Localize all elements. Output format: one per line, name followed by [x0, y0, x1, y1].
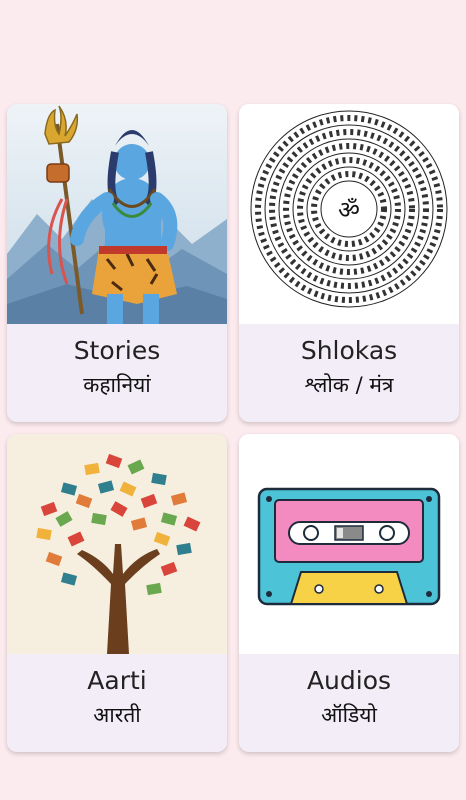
- card-subtitle: आरती: [93, 703, 141, 727]
- card-subtitle: श्लोक / मंत्र: [304, 373, 394, 397]
- card-title: Shlokas: [300, 336, 398, 365]
- shlokas-card[interactable]: ॐ Shlokas श्लोक / मंत्र: [239, 104, 459, 422]
- card-title: Stories: [73, 336, 161, 365]
- stories-card[interactable]: Stories कहानियां: [7, 104, 227, 422]
- cassette-tape-icon: [239, 434, 459, 654]
- om-mantra-spiral: ॐ: [239, 104, 459, 324]
- audios-card[interactable]: Audios ऑडियो: [239, 434, 459, 752]
- card-subtitle: ऑडियो: [321, 703, 377, 727]
- book-tree-illustration: [7, 434, 227, 654]
- om-glyph-icon: ॐ: [338, 196, 360, 224]
- card-title: Audios: [306, 666, 392, 695]
- shiva-illustration: [7, 104, 227, 324]
- card-title: Aarti: [87, 666, 147, 695]
- aarti-card[interactable]: Aarti आरती: [7, 434, 227, 752]
- card-subtitle: कहानियां: [83, 373, 151, 397]
